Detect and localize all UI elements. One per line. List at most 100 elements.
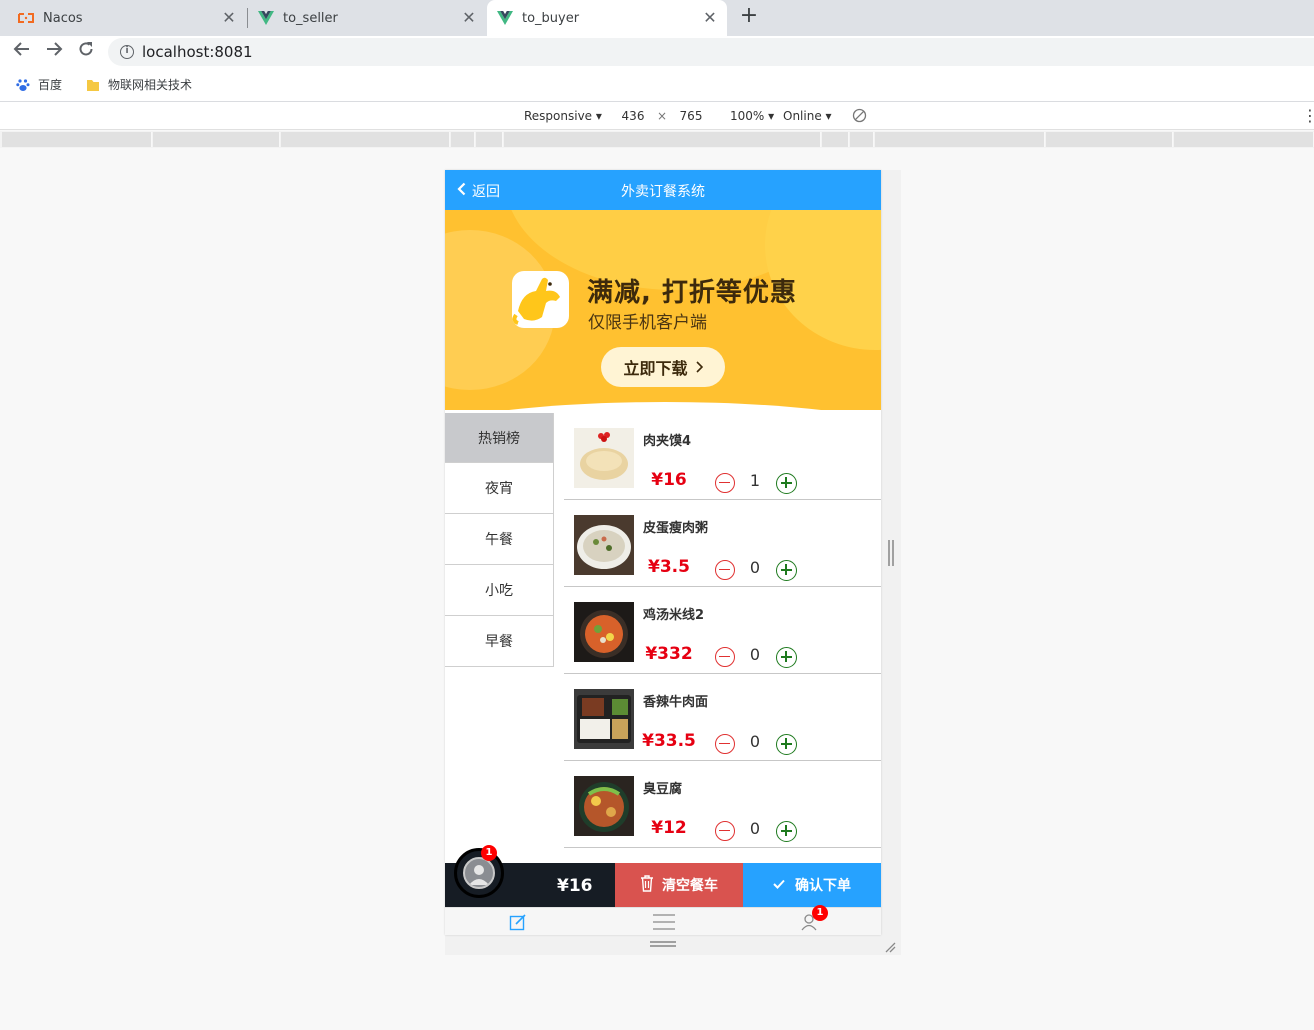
- food-name: 香辣牛肉面: [643, 695, 709, 710]
- url-field[interactable]: i localhost:8081: [108, 38, 1314, 66]
- menu-icon[interactable]: [652, 913, 676, 931]
- zoom-select[interactable]: 100% ▾: [730, 109, 774, 123]
- notification-badge: 1: [812, 905, 828, 921]
- food-quantity: 0: [749, 645, 761, 664]
- category-item-snack[interactable]: 小吃: [445, 565, 553, 616]
- forward-arrow-icon[interactable]: [42, 40, 66, 64]
- device-height-input[interactable]: 765: [673, 107, 709, 125]
- plus-circle-icon[interactable]: [776, 821, 797, 842]
- app-header: 返回 外卖订餐系统: [445, 170, 881, 210]
- promo-banner[interactable]: 满减, 打折等优惠 仅限手机客户端 立即下载: [445, 210, 881, 410]
- minus-circle-icon[interactable]: [715, 473, 735, 493]
- food-price: ¥332: [645, 644, 693, 664]
- dimension-times: ×: [657, 109, 668, 123]
- food-image: [574, 515, 634, 575]
- food-price: ¥16: [651, 470, 687, 490]
- resize-handle-corner[interactable]: [884, 938, 896, 953]
- food-image: [574, 776, 634, 836]
- resize-handle-bottom[interactable]: [650, 941, 676, 947]
- new-tab-icon[interactable]: +: [738, 5, 760, 28]
- trash-icon: [640, 874, 654, 896]
- ruler-segment[interactable]: [822, 132, 849, 147]
- confirm-order-button[interactable]: 确认下单: [743, 863, 881, 907]
- close-icon[interactable]: ✕: [701, 9, 719, 27]
- ruler-segment[interactable]: [875, 132, 1045, 147]
- resize-handle-right[interactable]: [888, 540, 894, 566]
- browser-tab-to-buyer[interactable]: to_buyer ✕: [487, 0, 727, 36]
- media-query-ruler: [0, 131, 1314, 148]
- ruler-segment[interactable]: [476, 132, 503, 147]
- minus-circle-icon[interactable]: [715, 647, 735, 667]
- clear-cart-label: 清空餐车: [662, 878, 718, 894]
- food-price: ¥12: [651, 818, 687, 838]
- close-icon[interactable]: ✕: [460, 9, 478, 27]
- food-image: [574, 602, 634, 662]
- bookmark-label: 物联网相关技术: [108, 78, 193, 92]
- chevron-right-icon: [695, 358, 703, 377]
- baidu-paw-icon: [16, 78, 30, 92]
- ruler-segment[interactable]: [451, 132, 475, 147]
- folder-icon: [86, 78, 100, 92]
- info-icon[interactable]: i: [120, 45, 134, 59]
- browser-tab-to-seller[interactable]: to_seller ✕: [248, 0, 486, 36]
- ruler-segment[interactable]: [504, 132, 821, 147]
- ruler-segment[interactable]: [850, 132, 874, 147]
- ruler-segment[interactable]: [153, 132, 280, 147]
- food-quantity: 0: [749, 819, 761, 838]
- category-item-breakfast[interactable]: 早餐: [445, 616, 553, 667]
- bookmark-label: 百度: [38, 78, 63, 92]
- tab-title: Nacos: [43, 10, 83, 26]
- download-label: 立即下载: [623, 359, 688, 378]
- browser-tab-nacos[interactable]: Nacos ✕: [0, 0, 246, 36]
- food-name: 皮蛋瘦肉粥: [643, 521, 709, 536]
- ruler-segment[interactable]: [2, 132, 152, 147]
- clear-cart-button[interactable]: 清空餐车: [615, 863, 743, 907]
- category-item-night-snack[interactable]: 夜宵: [445, 463, 553, 514]
- food-list: 肉夹馍4 ¥16 1 皮蛋瘦肉粥 ¥3.5 0 鸡汤米线2 ¥332 0 香辣牛…: [564, 413, 881, 848]
- url-text: localhost:8081: [142, 43, 253, 61]
- minus-circle-icon[interactable]: [715, 734, 735, 754]
- plus-circle-icon[interactable]: [776, 647, 797, 668]
- food-name: 肉夹馍4: [643, 434, 692, 449]
- cart-count-badge: 1: [481, 845, 497, 861]
- back-arrow-icon[interactable]: [10, 40, 34, 64]
- user-icon[interactable]: 1: [800, 905, 828, 931]
- minus-circle-icon[interactable]: [715, 821, 735, 841]
- nacos-icon: [18, 10, 34, 26]
- bookmark-baidu[interactable]: 百度: [16, 76, 62, 93]
- edit-icon[interactable]: [509, 913, 529, 931]
- category-sidebar: 热销榜 夜宵 午餐 小吃 早餐: [445, 413, 554, 667]
- ruler-segment[interactable]: [1174, 132, 1314, 147]
- bottom-tab-bar: 1: [445, 905, 881, 935]
- food-price: ¥33.5: [642, 731, 696, 751]
- cart-button[interactable]: 1: [454, 845, 504, 898]
- mobile-viewport: 返回 外卖订餐系统 满减, 打折等优惠 仅限手机客户端 立即下载 热销榜 夜宵 …: [445, 170, 881, 935]
- banner-wave: [445, 402, 881, 410]
- plus-circle-icon[interactable]: [776, 473, 797, 494]
- category-item-lunch[interactable]: 午餐: [445, 514, 553, 565]
- bookmark-iot[interactable]: 物联网相关技术: [86, 76, 192, 93]
- food-quantity: 1: [749, 471, 761, 490]
- network-throttle-select[interactable]: Online ▾: [783, 109, 832, 123]
- avatar: [463, 857, 495, 889]
- ruler-segment[interactable]: [281, 132, 450, 147]
- cart-total: ¥16: [557, 876, 593, 896]
- plus-circle-icon[interactable]: [776, 734, 797, 755]
- device-select[interactable]: Responsive ▾: [524, 109, 602, 123]
- vue-icon: [497, 10, 513, 26]
- kangaroo-app-icon: [512, 271, 569, 328]
- plus-circle-icon[interactable]: [776, 560, 797, 581]
- close-icon[interactable]: ✕: [220, 9, 238, 27]
- bookmarks-bar: 百度 物联网相关技术: [0, 68, 1314, 102]
- minus-circle-icon[interactable]: [715, 560, 735, 580]
- banner-subline: 仅限手机客户端: [588, 313, 707, 333]
- device-width-input[interactable]: 436: [615, 107, 651, 125]
- checkmark-icon: [773, 877, 785, 893]
- ruler-segment[interactable]: [1046, 132, 1173, 147]
- download-button[interactable]: 立即下载: [601, 347, 725, 387]
- food-name: 鸡汤米线2: [643, 608, 705, 623]
- more-options-icon[interactable]: ⋮: [1302, 106, 1314, 125]
- rotate-icon[interactable]: [852, 108, 867, 126]
- category-item-hot[interactable]: 热销榜: [445, 413, 553, 463]
- reload-icon[interactable]: [74, 40, 98, 64]
